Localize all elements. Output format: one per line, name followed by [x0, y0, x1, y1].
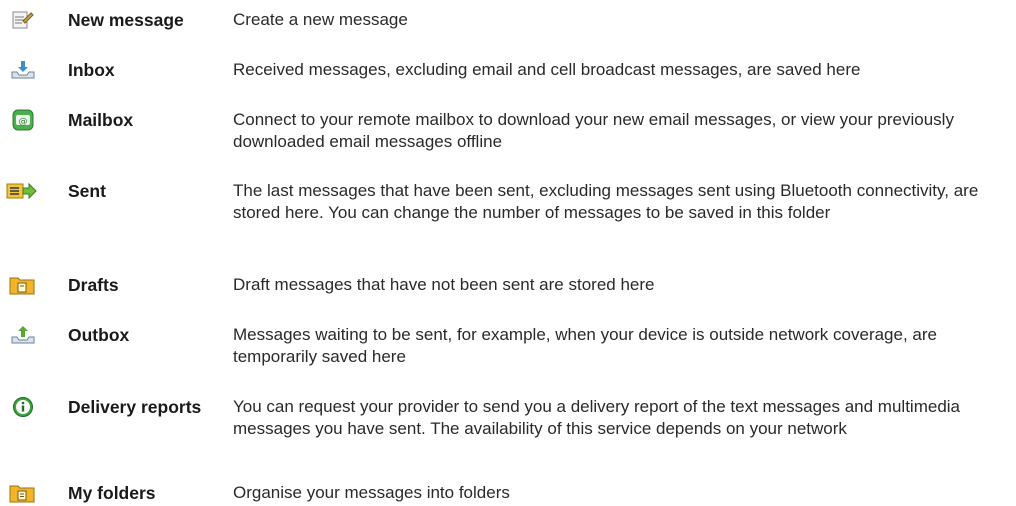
inbox-icon: [9, 59, 37, 81]
item-term: Delivery reports: [68, 397, 202, 417]
item-description: Messages waiting to be sent, for example…: [233, 325, 937, 366]
item-description: You can request your provider to send yo…: [233, 397, 960, 438]
item-term: Drafts: [68, 275, 119, 295]
item-term: New message: [68, 10, 184, 30]
info-icon: [9, 396, 37, 418]
item-term: My folders: [68, 483, 156, 503]
drafts-icon: [8, 274, 36, 296]
item-term: Inbox: [68, 60, 115, 80]
item-term: Sent: [68, 181, 106, 201]
item-description: Connect to your remote mailbox to downlo…: [233, 110, 954, 151]
item-description: Draft messages that have not been sent a…: [233, 275, 655, 294]
item-description: The last messages that have been sent, e…: [233, 181, 979, 222]
item-term: Outbox: [68, 325, 130, 345]
item-description: Received messages, excluding email and c…: [233, 60, 861, 79]
new-message-icon: [9, 9, 37, 31]
item-description: Organise your messages into folders: [233, 483, 510, 502]
item-term: Mailbox: [68, 110, 134, 130]
mailbox-icon: @: [9, 109, 37, 131]
my-folders-icon: [8, 482, 36, 504]
item-description: Create a new message: [233, 10, 408, 29]
sent-icon: [5, 180, 37, 202]
svg-text:@: @: [19, 117, 28, 127]
outbox-icon: [9, 324, 37, 346]
